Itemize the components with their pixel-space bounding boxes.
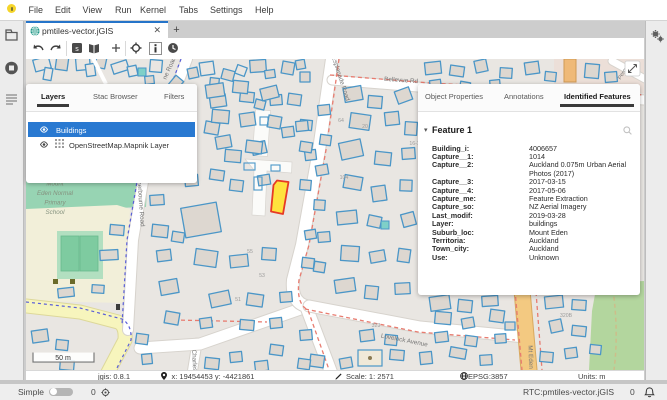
svg-text:20: 20: [362, 124, 368, 130]
svg-text:104: 104: [340, 175, 349, 181]
svg-text:Mt Eden Rd: Mt Eden Rd: [526, 345, 534, 370]
svg-text:53: 53: [259, 273, 265, 279]
svg-text:323: 323: [372, 323, 381, 329]
svg-text:Charles Road: Charles Road: [190, 350, 199, 370]
svg-text:55: 55: [247, 249, 253, 255]
svg-text:Primary: Primary: [44, 200, 66, 207]
svg-text:School: School: [46, 209, 66, 216]
svg-text:Eden Normal: Eden Normal: [37, 190, 74, 197]
svg-text:320B: 320B: [560, 313, 573, 319]
svg-text:s: s: [75, 46, 79, 53]
svg-text:51: 51: [235, 297, 241, 303]
svg-text:64: 64: [338, 118, 344, 124]
svg-text:50 m: 50 m: [55, 355, 71, 362]
